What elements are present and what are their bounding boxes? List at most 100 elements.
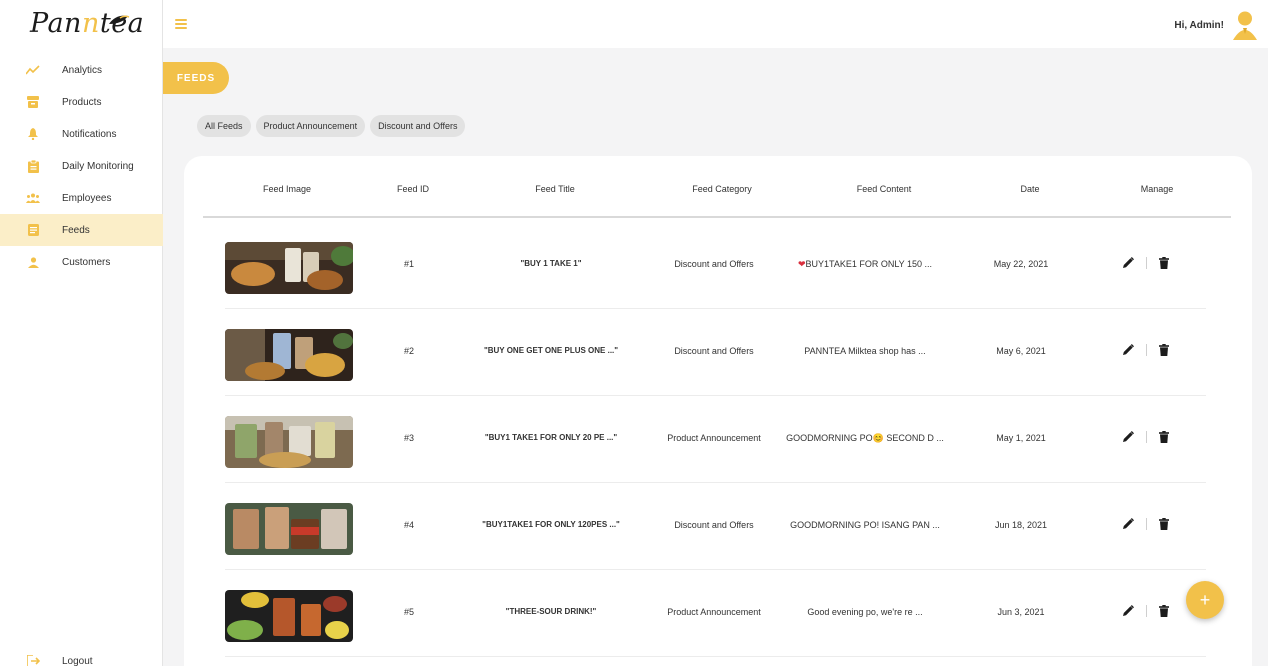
hamburger-menu-icon[interactable] (175, 19, 187, 29)
feed-image (225, 242, 353, 294)
feed-category: Discount and Offers (674, 520, 754, 530)
divider (1146, 344, 1147, 356)
feed-category: Product Announcement (667, 607, 761, 617)
sidebar-item-employees[interactable]: Employees (0, 182, 163, 214)
feed-date: Jun 18, 2021 (994, 520, 1048, 530)
feed-image (225, 503, 353, 555)
feed-content-text: PANNTEA Milktea shop has ... (804, 346, 926, 356)
delete-icon[interactable] (1159, 257, 1169, 269)
feed-id: #3 (403, 433, 415, 443)
divider (1146, 431, 1147, 443)
page-title: FEEDS (163, 62, 229, 94)
feed-id: #1 (403, 259, 415, 269)
sidebar-nav: Analytics Products Notifications Daily M… (0, 54, 163, 278)
edit-icon[interactable] (1122, 431, 1134, 443)
edit-icon[interactable] (1122, 605, 1134, 617)
feed-content: GOODMORNING PO😊 SECOND D ... (786, 433, 944, 444)
heart-icon: ❤ (797, 259, 806, 269)
table-row[interactable]: #2 "BUY ONE GET ONE PLUS ONE ..." Discou… (225, 309, 1206, 396)
delete-icon[interactable] (1159, 344, 1169, 356)
edit-icon[interactable] (1122, 257, 1134, 269)
column-header: Feed Content (856, 184, 912, 194)
column-header: Date (1020, 184, 1040, 194)
sidebar-item-label: Notifications (62, 128, 117, 140)
divider (1146, 257, 1147, 269)
person-icon (26, 255, 40, 269)
filter-all-feeds[interactable]: All Feeds (197, 115, 251, 137)
logout-label: Logout (62, 655, 93, 666)
clipboard-icon (26, 159, 40, 173)
feed-title: "THREE-SOUR DRINK!" (505, 607, 597, 616)
feed-content-text: GOODMORNING PO😊 SECOND D ... (786, 433, 944, 443)
feed-content: ❤BUY1TAKE1 FOR ONLY 150 ... (798, 259, 932, 270)
column-header: Feed Image (262, 184, 312, 194)
sidebar-item-analytics[interactable]: Analytics (0, 54, 163, 86)
sidebar-item-notifications[interactable]: Notifications (0, 118, 163, 150)
filter-discount-and-offers[interactable]: Discount and Offers (370, 115, 466, 137)
manage-actions (1122, 344, 1169, 356)
column-header: Manage (1140, 184, 1174, 194)
table-header: Feed Image Feed ID Feed Title Feed Categ… (203, 156, 1231, 218)
logout-button[interactable]: Logout (26, 654, 93, 666)
feed-id: #4 (403, 520, 415, 530)
feed-category: Product Announcement (667, 433, 761, 443)
sidebar-item-daily-monitoring[interactable]: Daily Monitoring (0, 150, 163, 182)
sidebar-item-customers[interactable]: Customers (0, 246, 163, 278)
feed-content: GOODMORNING PO! ISANG PAN ... (790, 520, 940, 530)
feed-image (225, 416, 353, 468)
manage-actions (1122, 605, 1169, 617)
column-header: Feed Title (535, 184, 575, 194)
divider (1146, 605, 1147, 617)
delete-icon[interactable] (1159, 605, 1169, 617)
sidebar-item-label: Daily Monitoring (62, 160, 134, 172)
feed-image (225, 590, 353, 642)
admin-greeting: Hi, Admin! (1174, 20, 1224, 31)
table-row[interactable]: #3 "BUY1 TAKE1 FOR ONLY 20 PE ..." Produ… (225, 396, 1206, 483)
feed-date: May 6, 2021 (996, 346, 1046, 356)
divider (1146, 518, 1147, 530)
top-bar: Hi, Admin! (163, 0, 1268, 48)
feeds-table-card: Feed Image Feed ID Feed Title Feed Categ… (184, 156, 1252, 666)
feed-category: Discount and Offers (674, 346, 754, 356)
avatar[interactable] (1232, 10, 1258, 40)
table-row[interactable]: #4 "BUY1TAKE1 FOR ONLY 120PES ..." Disco… (225, 483, 1206, 570)
sidebar-item-products[interactable]: Products (0, 86, 163, 118)
filter-product-announcement[interactable]: Product Announcement (255, 115, 366, 137)
edit-icon[interactable] (1122, 518, 1134, 530)
add-feed-button[interactable]: + (1186, 581, 1224, 619)
feeds-icon (26, 223, 40, 237)
table-row[interactable]: #1 "BUY 1 TAKE 1" Discount and Offers ❤B… (225, 222, 1206, 309)
leaf-icon (109, 15, 130, 24)
sidebar-item-feeds[interactable]: Feeds (0, 214, 163, 246)
manage-actions (1122, 431, 1169, 443)
sidebar: Panntea Analytics Products Notifications (0, 0, 163, 666)
feed-title: "BUY1TAKE1 FOR ONLY 120PES ..." (482, 520, 620, 529)
edit-icon[interactable] (1122, 344, 1134, 356)
manage-actions (1122, 257, 1169, 269)
feed-content: Good evening po, we're re ... (807, 607, 922, 617)
sidebar-item-label: Employees (62, 192, 112, 204)
column-header: Feed ID (396, 184, 430, 194)
feed-id: #5 (403, 607, 415, 617)
delete-icon[interactable] (1159, 431, 1169, 443)
group-icon (26, 191, 40, 205)
sidebar-item-label: Feeds (62, 224, 90, 236)
feed-content: PANNTEA Milktea shop has ... (804, 346, 925, 356)
logout-icon (26, 654, 40, 666)
sidebar-item-label: Products (62, 96, 102, 108)
sidebar-item-label: Analytics (62, 64, 103, 76)
feed-category: Discount and Offers (674, 259, 754, 269)
feed-content-text: BUY1TAKE1 FOR ONLY 150 ... (805, 259, 933, 269)
feed-content-text: GOODMORNING PO! ISANG PAN ... (790, 520, 940, 530)
delete-icon[interactable] (1159, 518, 1169, 530)
feed-date: May 1, 2021 (996, 433, 1046, 443)
feed-image (225, 329, 353, 381)
bell-icon (26, 127, 40, 141)
feed-date: May 22, 2021 (993, 259, 1049, 269)
feed-title: "BUY ONE GET ONE PLUS ONE ..." (483, 346, 619, 355)
feed-title: "BUY1 TAKE1 FOR ONLY 20 PE ..." (484, 433, 618, 442)
table-row[interactable]: #5 "THREE-SOUR DRINK!" Product Announcem… (225, 570, 1206, 657)
column-header: Feed Category (692, 184, 752, 194)
products-icon (26, 95, 40, 109)
feed-date: Jun 3, 2021 (997, 607, 1045, 617)
